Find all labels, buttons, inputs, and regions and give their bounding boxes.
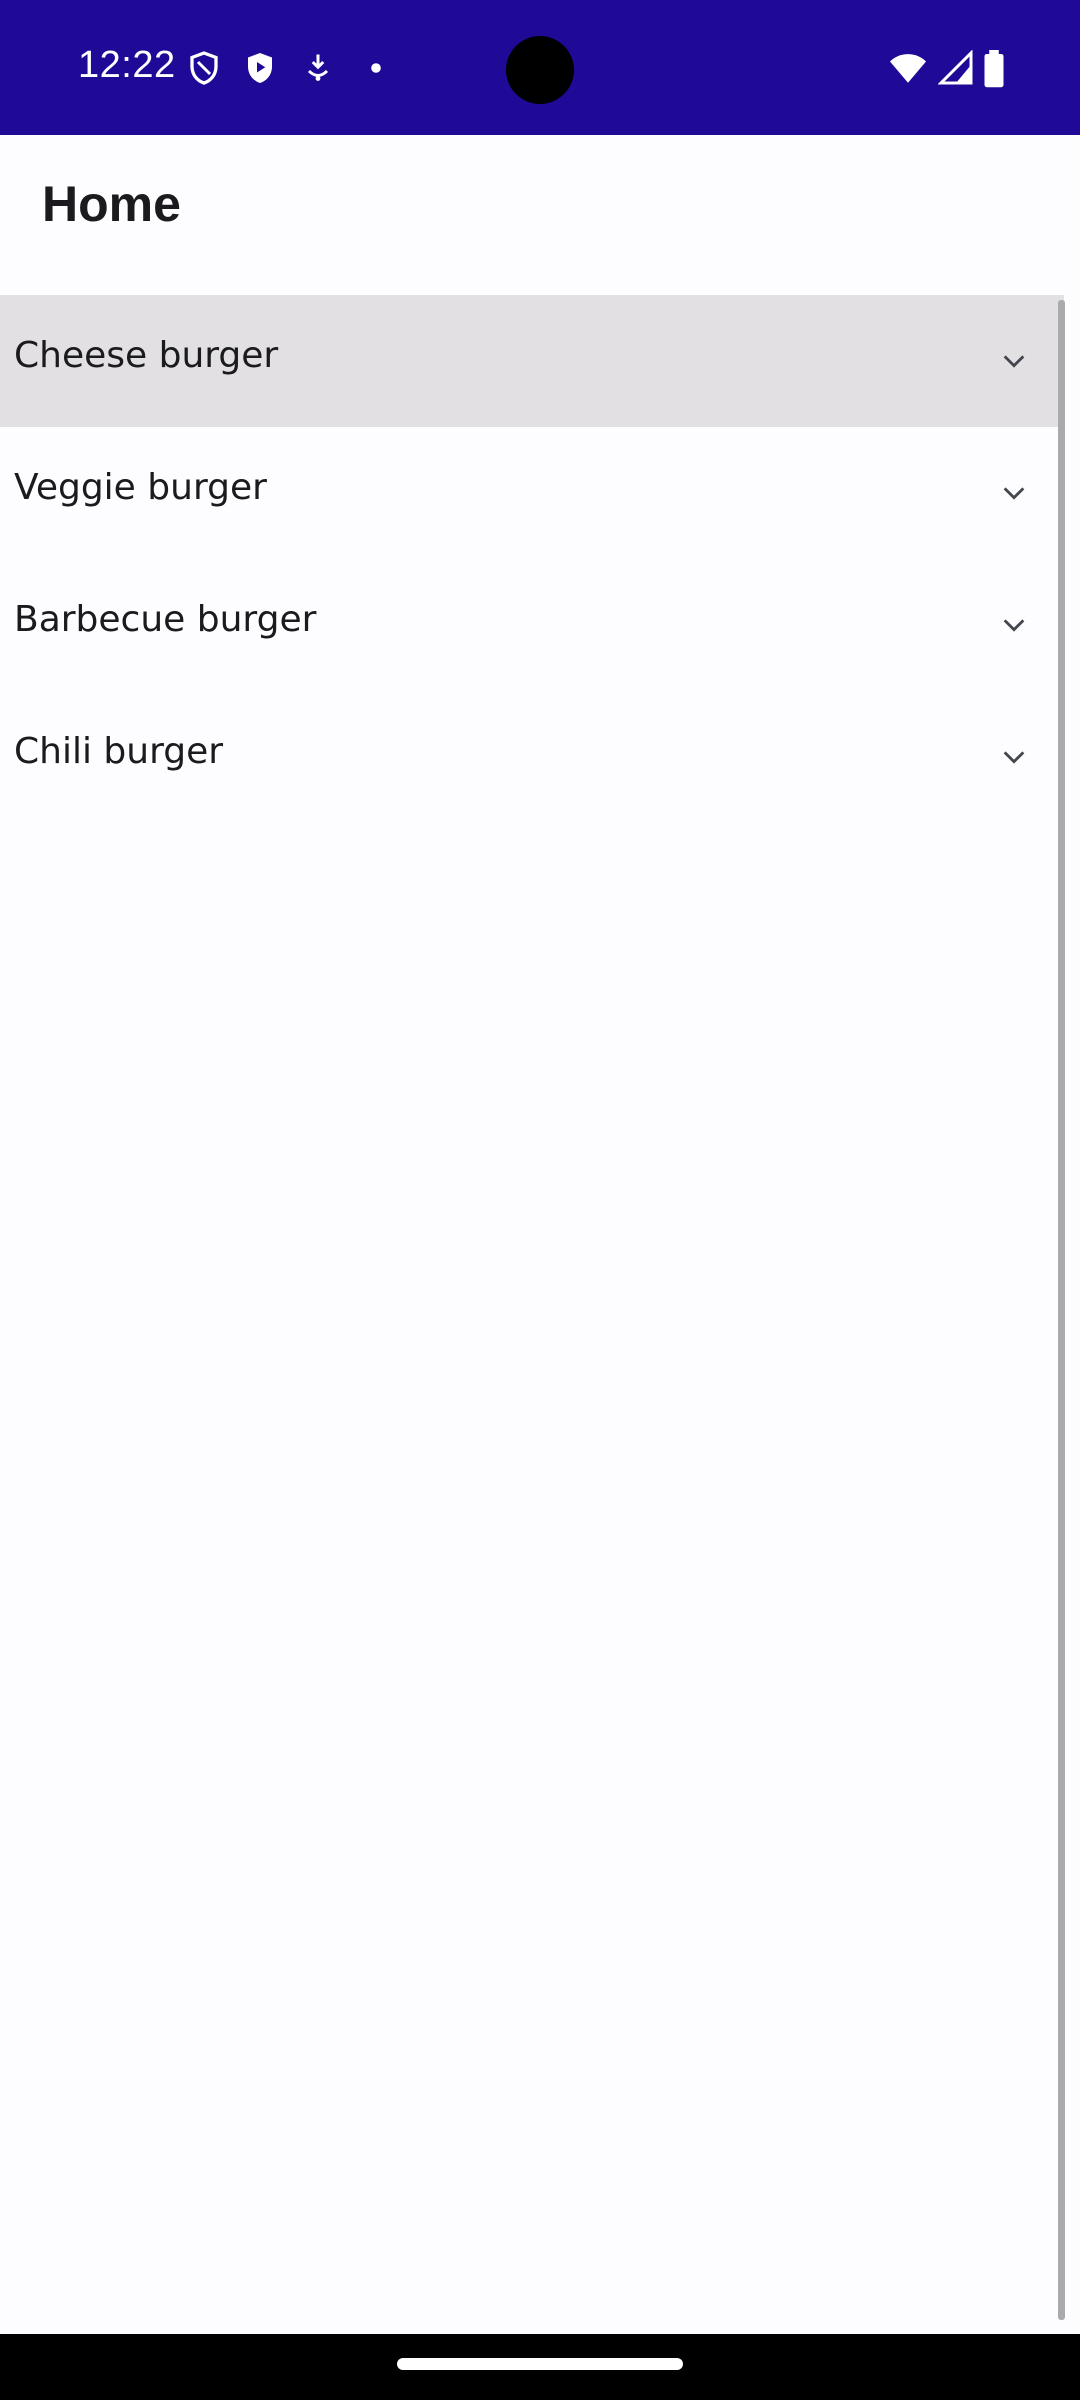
list-item-label: Cheese burger — [14, 335, 279, 376]
navigation-bar — [0, 2334, 1080, 2400]
chevron-down-icon[interactable] — [998, 743, 1030, 771]
home-indicator[interactable] — [397, 2358, 683, 2370]
page-title: Home — [42, 176, 181, 232]
list-item[interactable]: Cheese burger — [0, 295, 1064, 427]
scrollbar[interactable] — [1058, 300, 1065, 2320]
shield-outline-icon — [186, 50, 222, 86]
wifi-icon — [888, 50, 928, 86]
battery-icon — [980, 50, 1008, 88]
burger-list: Cheese burger Veggie burger Barbecue bur… — [0, 295, 1064, 823]
list-item-label: Barbecue burger — [14, 599, 317, 640]
list-item[interactable]: Chili burger — [0, 691, 1064, 823]
app-header: Home — [0, 135, 1080, 295]
chevron-down-icon[interactable] — [998, 611, 1030, 639]
status-time: 12:22 — [78, 44, 176, 86]
status-bar: 12:22 — [0, 0, 1080, 135]
chevron-down-icon[interactable] — [998, 479, 1030, 507]
chevron-down-icon[interactable] — [998, 347, 1030, 375]
list-item[interactable]: Barbecue burger — [0, 559, 1064, 691]
list-item[interactable]: Veggie burger — [0, 427, 1064, 559]
download-icon — [300, 50, 336, 86]
signal-icon — [937, 49, 974, 86]
list-item-label: Veggie burger — [14, 467, 267, 508]
dot-icon — [358, 50, 394, 86]
play-shield-icon — [242, 50, 278, 86]
list-item-label: Chili burger — [14, 731, 224, 772]
camera-cutout — [506, 36, 574, 104]
